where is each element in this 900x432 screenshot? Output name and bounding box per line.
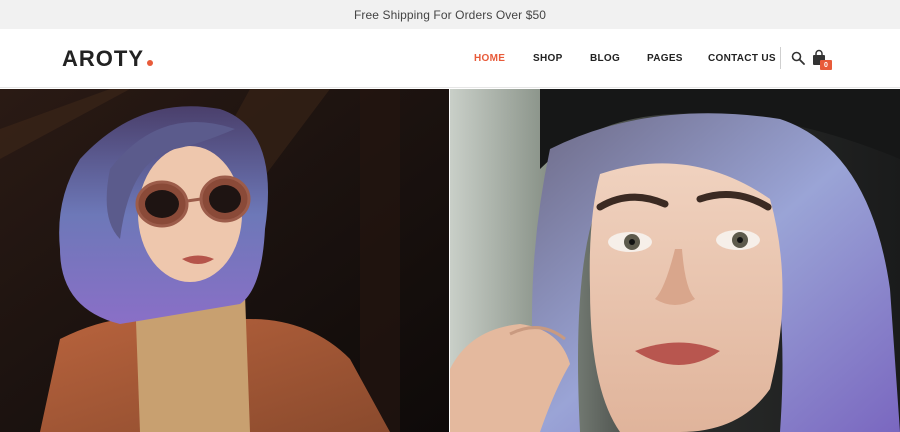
logo-dot-icon bbox=[147, 60, 153, 66]
cart-count-badge: 0 bbox=[820, 60, 832, 70]
site-header: AROTY HOME SHOP BLOG PAGES CONTACT US 0 bbox=[0, 29, 900, 88]
search-icon[interactable] bbox=[791, 51, 805, 65]
shipping-notice-text: Free Shipping For Orders Over $50 bbox=[353, 7, 547, 22]
nav-item-blog[interactable]: BLOG bbox=[590, 53, 620, 64]
banner-image-left[interactable] bbox=[0, 89, 449, 432]
nav-item-home[interactable]: HOME bbox=[474, 53, 505, 64]
banner-left-illustration bbox=[0, 89, 449, 432]
banner-image-right[interactable] bbox=[450, 89, 900, 432]
nav-item-pages[interactable]: PAGES bbox=[647, 53, 683, 64]
shipping-notice-bar: Free Shipping For Orders Over $50 bbox=[0, 0, 900, 29]
brand-logo[interactable]: AROTY bbox=[62, 46, 153, 72]
banner-right-illustration bbox=[450, 89, 900, 432]
nav-item-contact-us[interactable]: CONTACT US bbox=[708, 53, 776, 64]
nav-item-shop[interactable]: SHOP bbox=[533, 53, 563, 64]
brand-name: AROTY bbox=[62, 46, 144, 71]
header-divider bbox=[780, 47, 781, 69]
